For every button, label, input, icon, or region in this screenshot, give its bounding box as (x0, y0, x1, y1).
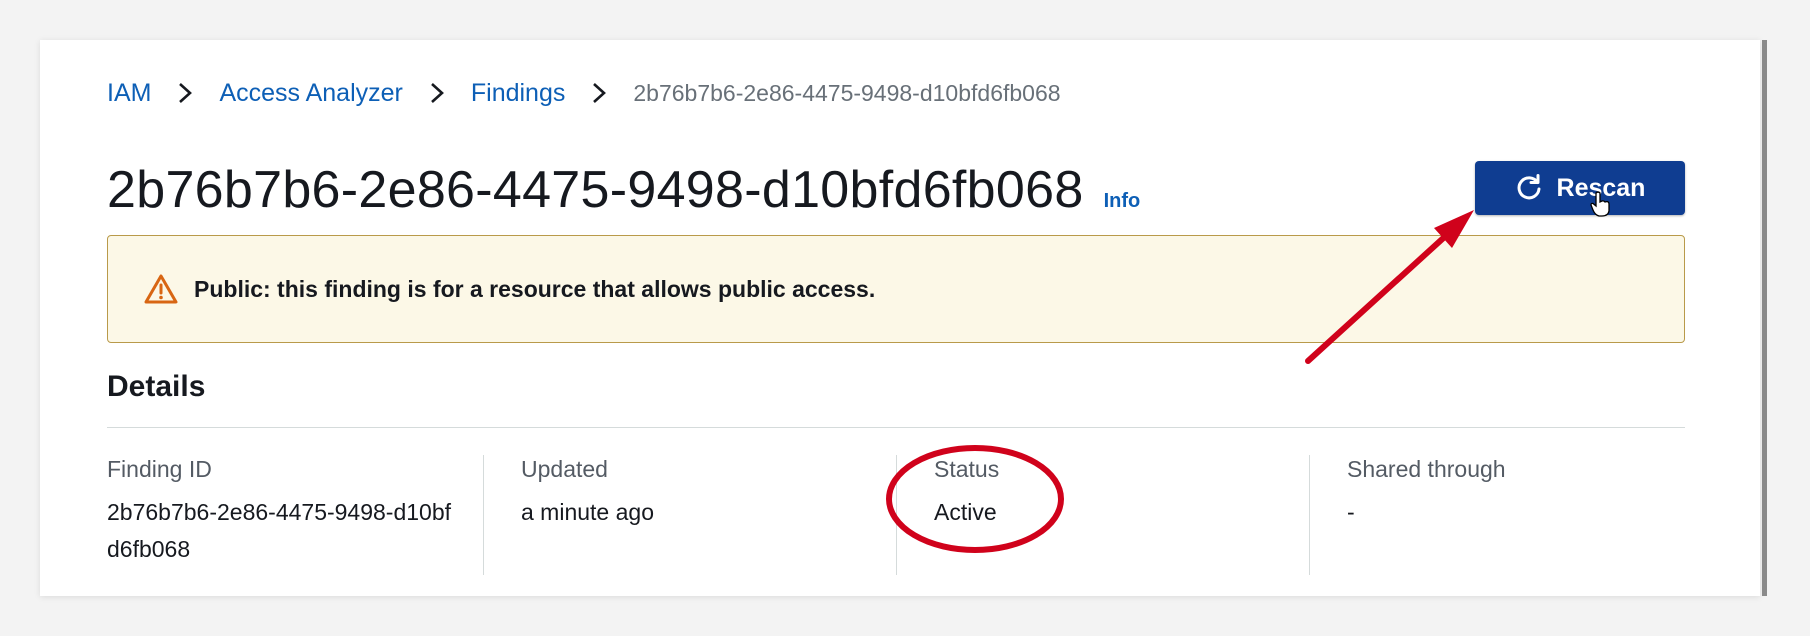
chevron-right-icon (565, 82, 633, 104)
detail-label: Shared through (1347, 456, 1506, 482)
detail-label: Status (934, 456, 1000, 482)
chevron-right-icon (151, 82, 219, 104)
column-divider (896, 455, 897, 575)
detail-value: 2b76b7b6-2e86-4475-9498-d10bfd6fb068 (107, 499, 452, 562)
breadcrumb-access-analyzer[interactable]: Access Analyzer (219, 79, 402, 108)
hand-pointer-icon (1590, 191, 1610, 217)
breadcrumb-iam[interactable]: IAM (107, 79, 151, 108)
detail-value: a minute ago (521, 499, 654, 525)
detail-status: Status Active (934, 455, 1274, 575)
detail-updated: Updated a minute ago (521, 455, 861, 575)
divider (107, 427, 1685, 428)
chevron-right-icon (403, 82, 471, 104)
status-value: Active (934, 499, 997, 525)
detail-label: Updated (521, 456, 608, 482)
page-content: IAM Access Analyzer Findings 2b76b7b6-2e… (107, 40, 1685, 596)
title-row: 2b76b7b6-2e86-4475-9498-d10bfd6fb068 Inf… (107, 160, 1140, 220)
window-edge (1762, 40, 1767, 596)
details-heading: Details (107, 370, 206, 403)
column-divider (1309, 455, 1310, 575)
breadcrumb-findings[interactable]: Findings (471, 79, 566, 108)
finding-details-panel: IAM Access Analyzer Findings 2b76b7b6-2e… (40, 40, 1760, 596)
detail-label: Finding ID (107, 456, 212, 482)
column-divider (483, 455, 484, 575)
alert-message: Public: this finding is for a resource t… (194, 275, 876, 302)
refresh-icon (1517, 174, 1541, 200)
page-title: 2b76b7b6-2e86-4475-9498-d10bfd6fb068 (107, 161, 1084, 219)
info-link[interactable]: Info (1104, 190, 1141, 213)
public-access-alert: Public: this finding is for a resource t… (107, 235, 1685, 343)
detail-shared-through: Shared through - (1347, 455, 1685, 575)
warning-triangle-icon (144, 274, 178, 304)
breadcrumb-current: 2b76b7b6-2e86-4475-9498-d10bfd6fb068 (633, 79, 1061, 106)
breadcrumb: IAM Access Analyzer Findings 2b76b7b6-2e… (107, 78, 1061, 108)
rescan-button[interactable]: Rescan (1475, 161, 1685, 215)
detail-value: - (1347, 499, 1355, 525)
detail-finding-id: Finding ID 2b76b7b6-2e86-4475-9498-d10bf… (107, 455, 467, 575)
